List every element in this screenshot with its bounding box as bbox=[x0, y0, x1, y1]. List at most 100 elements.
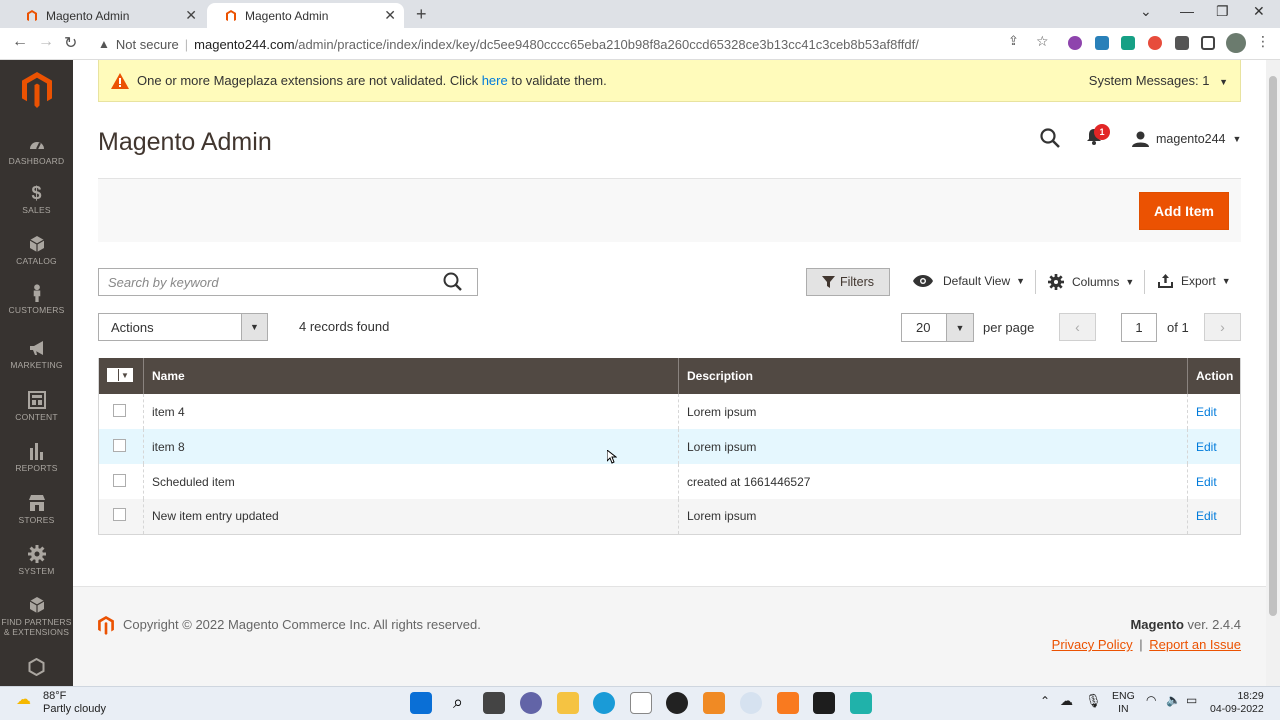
magento-logo[interactable] bbox=[22, 72, 52, 108]
records-found: 4 records found bbox=[299, 319, 390, 334]
search-icon[interactable] bbox=[443, 272, 463, 292]
extension-icon[interactable] bbox=[1148, 36, 1162, 50]
star-icon[interactable]: ☆ bbox=[1036, 33, 1049, 50]
chat-icon[interactable] bbox=[520, 692, 542, 714]
mass-select-checkbox[interactable]: ▼ bbox=[107, 368, 133, 382]
start-icon[interactable] bbox=[410, 692, 432, 714]
table-row[interactable]: item 4 Lorem ipsum Edit bbox=[98, 394, 1241, 429]
cube-icon bbox=[29, 597, 44, 613]
sidepanel-icon[interactable] bbox=[1201, 36, 1215, 50]
new-tab-icon[interactable]: + bbox=[416, 4, 427, 25]
table-row[interactable]: item 8 Lorem ipsum Edit bbox=[98, 429, 1241, 464]
cloud-icon[interactable]: ☁ bbox=[1060, 694, 1073, 707]
next-page-button[interactable]: › bbox=[1204, 313, 1241, 341]
extension-icon[interactable] bbox=[1121, 36, 1135, 50]
table-row[interactable]: Scheduled item created at 1661446527 Edi… bbox=[98, 464, 1241, 499]
sidebar-item-dashboard[interactable]: DASHBOARD bbox=[0, 135, 73, 166]
row-checkbox[interactable] bbox=[113, 438, 126, 452]
hexagon-icon[interactable] bbox=[28, 658, 45, 676]
clock[interactable]: 18:29 04-09-2022 bbox=[1210, 690, 1264, 716]
github-icon[interactable] bbox=[666, 692, 688, 714]
mass-select-header: ▼ bbox=[98, 358, 144, 394]
browser-tab-active[interactable]: Magento Admin ✕ bbox=[207, 3, 404, 28]
sidebar-item-system[interactable]: SYSTEM bbox=[0, 545, 73, 576]
close-tab-icon[interactable]: ✕ bbox=[384, 7, 396, 24]
reload-icon[interactable]: ↻ bbox=[64, 33, 77, 53]
task-view-icon[interactable] bbox=[483, 692, 505, 714]
forward-icon[interactable]: → bbox=[38, 33, 54, 51]
app-icon[interactable] bbox=[850, 692, 872, 714]
menu-dots-icon[interactable]: ⋮ bbox=[1256, 33, 1270, 50]
row-checkbox[interactable] bbox=[113, 403, 126, 417]
puzzle-icon[interactable] bbox=[1175, 36, 1189, 50]
extension-icon[interactable] bbox=[1068, 36, 1082, 50]
user-menu[interactable]: magento244 ▼ bbox=[1132, 131, 1241, 147]
column-header-description[interactable]: Description bbox=[678, 358, 1188, 394]
sidebar-item-sales[interactable]: $ SALES bbox=[0, 184, 73, 215]
maximize-icon[interactable]: ❐ bbox=[1216, 3, 1229, 20]
edge-icon[interactable] bbox=[593, 692, 615, 714]
validate-link[interactable]: here bbox=[482, 73, 508, 88]
volume-icon[interactable]: 🔈 bbox=[1166, 694, 1181, 707]
cell-name: Scheduled item bbox=[143, 464, 679, 499]
edit-link[interactable]: Edit bbox=[1196, 440, 1217, 454]
microphone-icon[interactable]: 🎙 bbox=[1085, 694, 1102, 707]
sidebar-item-customers[interactable]: CUSTOMERS bbox=[0, 284, 73, 315]
sidebar-item-partners[interactable]: FIND PARTNERS & EXTENSIONS bbox=[0, 596, 73, 637]
search-input[interactable]: Search by keyword bbox=[98, 268, 478, 296]
filters-button[interactable]: Filters bbox=[806, 268, 890, 296]
layout-icon bbox=[27, 391, 46, 409]
report-issue-link[interactable]: Report an Issue bbox=[1149, 637, 1241, 652]
edit-link[interactable]: Edit bbox=[1196, 405, 1217, 419]
address-bar[interactable]: ▲ Not secure | magento244.com/admin/prac… bbox=[90, 31, 1060, 57]
battery-icon[interactable]: ▭ bbox=[1186, 694, 1197, 707]
row-checkbox[interactable] bbox=[113, 508, 126, 522]
browser-tab[interactable]: Magento Admin ✕ bbox=[8, 3, 205, 28]
sidebar-item-stores[interactable]: STORES bbox=[0, 494, 73, 525]
export-selector[interactable]: Export ▼ bbox=[1158, 274, 1231, 288]
tray-chevron-icon[interactable]: ⌃ bbox=[1040, 695, 1050, 708]
sidebar-item-marketing[interactable]: MARKETING bbox=[0, 339, 73, 370]
close-window-icon[interactable]: ✕ bbox=[1253, 3, 1265, 20]
sublime-icon[interactable] bbox=[703, 692, 725, 714]
row-checkbox[interactable] bbox=[113, 473, 126, 487]
chevron-down-icon: ▼ bbox=[1125, 277, 1135, 287]
previous-page-button[interactable]: ‹ bbox=[1059, 313, 1096, 341]
xampp-icon[interactable] bbox=[777, 692, 799, 714]
view-selector[interactable]: Default View ▼ bbox=[913, 274, 1025, 288]
file-explorer-icon[interactable] bbox=[557, 692, 579, 714]
share-icon[interactable]: ⇪ bbox=[1008, 33, 1019, 49]
terminal-icon[interactable] bbox=[813, 692, 835, 714]
columns-selector[interactable]: Columns ▼ bbox=[1048, 274, 1134, 290]
chevron-down-icon[interactable]: ⌄ bbox=[1140, 3, 1152, 20]
sidebar-item-content[interactable]: CONTENT bbox=[0, 391, 73, 422]
weather-widget[interactable]: ☁ 88°F Partly cloudy bbox=[16, 690, 106, 716]
add-item-button[interactable]: Add Item bbox=[1139, 192, 1229, 230]
page-number-input[interactable]: 1 bbox=[1121, 313, 1157, 342]
chrome-icon[interactable] bbox=[740, 692, 762, 714]
notifications-button[interactable]: 1 bbox=[1086, 124, 1110, 148]
close-tab-icon[interactable]: ✕ bbox=[185, 7, 197, 24]
minimize-icon[interactable]: — bbox=[1180, 3, 1194, 19]
avatar[interactable] bbox=[1226, 33, 1246, 53]
store-icon bbox=[28, 495, 45, 511]
privacy-policy-link[interactable]: Privacy Policy bbox=[1052, 637, 1133, 652]
export-icon bbox=[1158, 274, 1173, 288]
wifi-icon[interactable]: ◠ bbox=[1146, 694, 1156, 707]
edit-link[interactable]: Edit bbox=[1196, 475, 1217, 489]
back-icon[interactable]: ← bbox=[12, 33, 28, 51]
per-page-select[interactable]: 20 ▼ bbox=[901, 313, 974, 342]
extension-icon[interactable] bbox=[1095, 36, 1109, 50]
page-scrollbar[interactable] bbox=[1266, 60, 1280, 686]
mass-actions-select[interactable]: Actions ▼ bbox=[98, 313, 268, 341]
search-icon[interactable] bbox=[1040, 128, 1060, 148]
store-icon[interactable] bbox=[630, 692, 652, 714]
system-messages-toggle[interactable]: System Messages: 1 ▼ bbox=[1089, 73, 1228, 88]
sidebar-item-catalog[interactable]: CATALOG bbox=[0, 235, 73, 266]
table-row[interactable]: New item entry updated Lorem ipsum Edit bbox=[98, 499, 1241, 535]
edit-link[interactable]: Edit bbox=[1196, 509, 1217, 523]
column-header-name[interactable]: Name bbox=[143, 358, 679, 394]
language-indicator[interactable]: ENG IN bbox=[1112, 690, 1135, 716]
sidebar-item-reports[interactable]: REPORTS bbox=[0, 442, 73, 473]
search-icon[interactable]: ⌕ bbox=[447, 692, 469, 714]
